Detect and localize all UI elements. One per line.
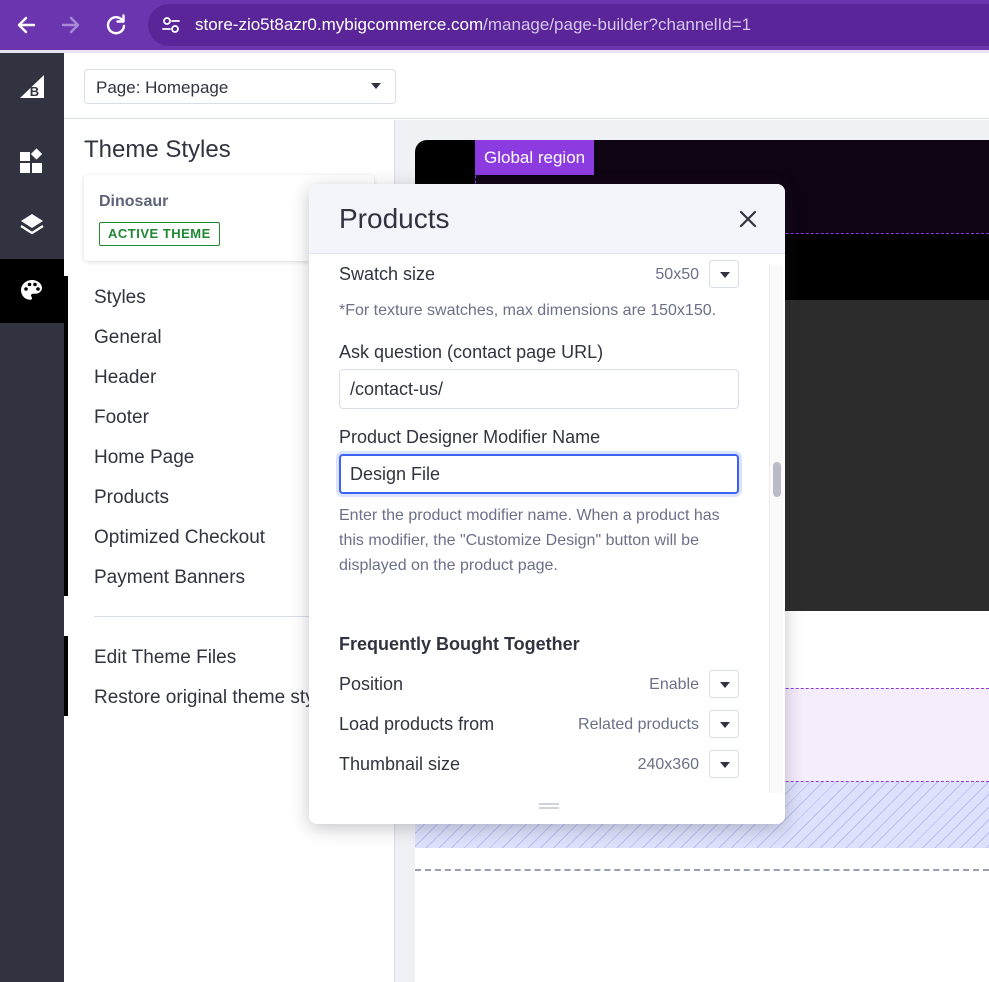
sidebar-title: Theme Styles bbox=[84, 136, 231, 163]
tune-icon[interactable] bbox=[160, 14, 182, 36]
swatch-size-value: 50x50 bbox=[655, 266, 699, 283]
url-path: /manage/page-builder?channelId=1 bbox=[483, 15, 752, 34]
swatch-size-dropdown[interactable] bbox=[709, 260, 739, 288]
sidebar-item-home-page[interactable]: Home Page bbox=[94, 447, 194, 469]
chevron-down-icon bbox=[371, 83, 381, 89]
panel-header: Products bbox=[309, 184, 785, 254]
sidebar-item-footer[interactable]: Footer bbox=[94, 407, 149, 429]
fbt-position-value: Enable bbox=[649, 676, 699, 693]
swatch-size-label: Swatch size bbox=[339, 264, 436, 284]
sidebar-item-restore-theme[interactable]: Restore original theme sty bbox=[94, 687, 315, 709]
panel-body: Swatch size 50x50 *For texture swatches,… bbox=[309, 255, 785, 795]
fbt-thumbnail-dropdown[interactable] bbox=[709, 750, 739, 778]
arrow-right-icon[interactable] bbox=[55, 9, 87, 41]
designer-modifier-input[interactable] bbox=[339, 454, 739, 494]
arrow-left-icon[interactable] bbox=[10, 9, 42, 41]
panel-scrollbar[interactable] bbox=[769, 265, 783, 793]
theme-name: Dinosaur bbox=[99, 193, 169, 210]
bigcommerce-logo-icon[interactable]: B bbox=[0, 56, 64, 120]
reload-icon[interactable] bbox=[100, 9, 132, 41]
fbt-load-from-label: Load products from bbox=[339, 714, 495, 734]
sidebar-item-payment-banners[interactable]: Payment Banners bbox=[94, 567, 245, 589]
scrollbar-thumb[interactable] bbox=[773, 462, 781, 497]
fbt-position-label: Position bbox=[339, 674, 404, 694]
fbt-load-from-dropdown[interactable] bbox=[709, 710, 739, 738]
drag-handle-icon[interactable] bbox=[539, 803, 559, 809]
sidebar-item-products[interactable]: Products bbox=[94, 487, 169, 509]
address-bar[interactable]: store-zio5t8azr0.mybigcommerce.com/manag… bbox=[148, 4, 989, 46]
page-select-label: Page: Homepage bbox=[96, 78, 229, 97]
layers-icon[interactable] bbox=[0, 193, 64, 257]
global-region-label: Global region bbox=[475, 140, 595, 175]
fbt-thumbnail-value: 240x360 bbox=[637, 756, 699, 773]
menu-group-bar bbox=[64, 276, 68, 596]
fbt-position-dropdown[interactable] bbox=[709, 670, 739, 698]
fbt-thumbnail-label: Thumbnail size bbox=[339, 754, 461, 774]
panel-title: Products bbox=[339, 203, 450, 234]
ask-question-label: Ask question (contact page URL) bbox=[339, 342, 604, 362]
designer-modifier-label: Product Designer Modifier Name bbox=[339, 427, 601, 447]
menu-group-bar-secondary bbox=[64, 636, 68, 716]
designer-help-text: Enter the product modifier name. When a … bbox=[339, 507, 720, 574]
app-rail: B bbox=[0, 53, 64, 982]
page-select[interactable]: Page: Homepage bbox=[84, 69, 396, 104]
sidebar-item-styles[interactable]: Styles bbox=[94, 287, 146, 309]
close-icon[interactable] bbox=[737, 208, 759, 230]
url-text: store-zio5t8azr0.mybigcommerce.com/manag… bbox=[195, 15, 751, 35]
region-boundary bbox=[415, 869, 989, 871]
sidebar-item-optimized-checkout[interactable]: Optimized Checkout bbox=[94, 527, 265, 549]
sidebar-item-edit-theme-files[interactable]: Edit Theme Files bbox=[94, 647, 236, 669]
ask-question-input[interactable] bbox=[339, 369, 739, 409]
page-builder-topbar: Page: Homepage bbox=[64, 53, 989, 119]
products-panel: Products Swatch size 50x50 *For texture … bbox=[309, 184, 785, 824]
palette-icon[interactable] bbox=[0, 259, 64, 323]
sidebar-item-general[interactable]: General bbox=[94, 327, 162, 349]
fbt-section-title: Frequently Bought Together bbox=[339, 634, 580, 654]
swatch-help-text: *For texture swatches, max dimensions ar… bbox=[339, 302, 717, 319]
fbt-load-from-value: Related products bbox=[578, 716, 699, 733]
svg-text:B: B bbox=[30, 84, 39, 99]
widgets-icon[interactable] bbox=[0, 129, 64, 193]
url-host: store-zio5t8azr0.mybigcommerce.com bbox=[195, 15, 484, 34]
active-theme-badge: ACTIVE THEME bbox=[99, 222, 220, 246]
sidebar-item-header[interactable]: Header bbox=[94, 367, 156, 389]
browser-toolbar: store-zio5t8azr0.mybigcommerce.com/manag… bbox=[0, 0, 989, 50]
